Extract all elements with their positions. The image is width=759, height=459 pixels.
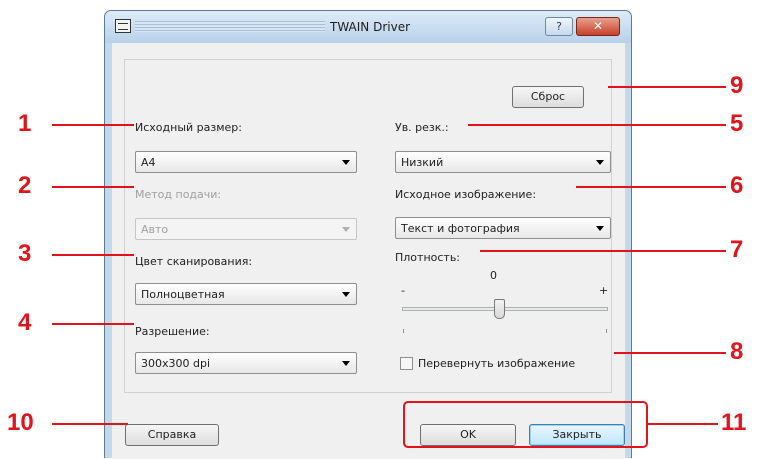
density-slider-thumb[interactable] [494,299,505,319]
callout-line-9 [608,86,726,88]
window-title: TWAIN Driver [330,20,411,34]
callout-number-10: 10 [7,409,34,436]
callout-number-4: 4 [18,309,32,336]
callout-line-3 [52,254,134,256]
resolution-select[interactable]: 300x300 dpi [135,352,357,374]
chevron-down-icon [342,160,350,165]
chevron-down-icon [342,361,350,366]
callout-highlight-box [403,401,648,448]
density-label: Плотность: [395,251,461,264]
window-close-icon[interactable]: ✕ [576,17,620,36]
scan-color-select[interactable]: Полноцветная [135,283,357,305]
help-button[interactable]: Справка [125,424,219,446]
callout-line-5 [468,124,726,126]
callout-number-1: 1 [18,110,32,137]
density-tick [403,329,404,333]
chevron-down-icon [342,227,350,232]
callout-number-9: 9 [730,72,744,99]
callout-number-5: 5 [730,110,744,137]
resolution-value: 300x300 dpi [141,357,211,370]
twain-dialog: TWAIN Driver ? ✕ Сброс Исходный размер: … [104,10,632,459]
density-max-label: + [599,284,609,297]
callout-number-8: 8 [730,338,744,365]
density-tick [606,329,607,333]
feed-method-label: Метод подачи: [135,188,222,201]
scan-color-value: Полноцветная [141,288,225,301]
sharpness-value: Низкий [401,156,444,169]
callout-line-6 [576,186,726,188]
help-question-icon[interactable]: ? [545,17,573,36]
callout-number-3: 3 [18,240,32,267]
callout-line-11 [648,423,718,425]
title-bar-decoration [135,21,325,32]
callout-number-6: 6 [730,172,744,199]
callout-line-8 [614,352,726,354]
chevron-down-icon [596,160,604,165]
original-size-select[interactable]: A4 [135,151,357,173]
reset-button[interactable]: Сброс [512,86,584,108]
callout-line-7 [480,250,726,252]
chevron-down-icon [342,292,350,297]
scanner-app-icon [115,19,131,33]
original-size-value: A4 [141,156,156,169]
sharpness-select[interactable]: Низкий [395,151,611,173]
density-min-label: - [401,284,405,297]
callout-line-4 [52,323,134,325]
scan-color-label: Цвет сканирования: [135,255,253,268]
original-image-select[interactable]: Текст и фотография [395,217,611,239]
callout-number-2: 2 [18,172,32,199]
callout-line-2 [52,186,134,188]
resolution-label: Разрешение: [135,325,210,338]
invert-image-checkbox[interactable] [400,357,413,370]
feed-method-select: Авто [135,218,357,240]
title-bar[interactable]: TWAIN Driver ? ✕ [105,11,631,43]
original-image-value: Текст и фотография [401,222,520,235]
feed-method-value: Авто [141,223,169,236]
invert-image-label: Перевернуть изображение [418,357,576,370]
chevron-down-icon [596,226,604,231]
callout-number-11: 11 [721,409,747,436]
callout-line-10 [52,423,128,425]
density-value: 0 [490,269,497,282]
original-image-label: Исходное изображение: [395,188,537,201]
original-size-label: Исходный размер: [135,121,242,134]
density-slider-track[interactable] [402,307,608,311]
callout-number-7: 7 [730,236,744,263]
callout-line-1 [52,124,134,126]
sharpness-label: Ув. резк.: [395,121,449,134]
